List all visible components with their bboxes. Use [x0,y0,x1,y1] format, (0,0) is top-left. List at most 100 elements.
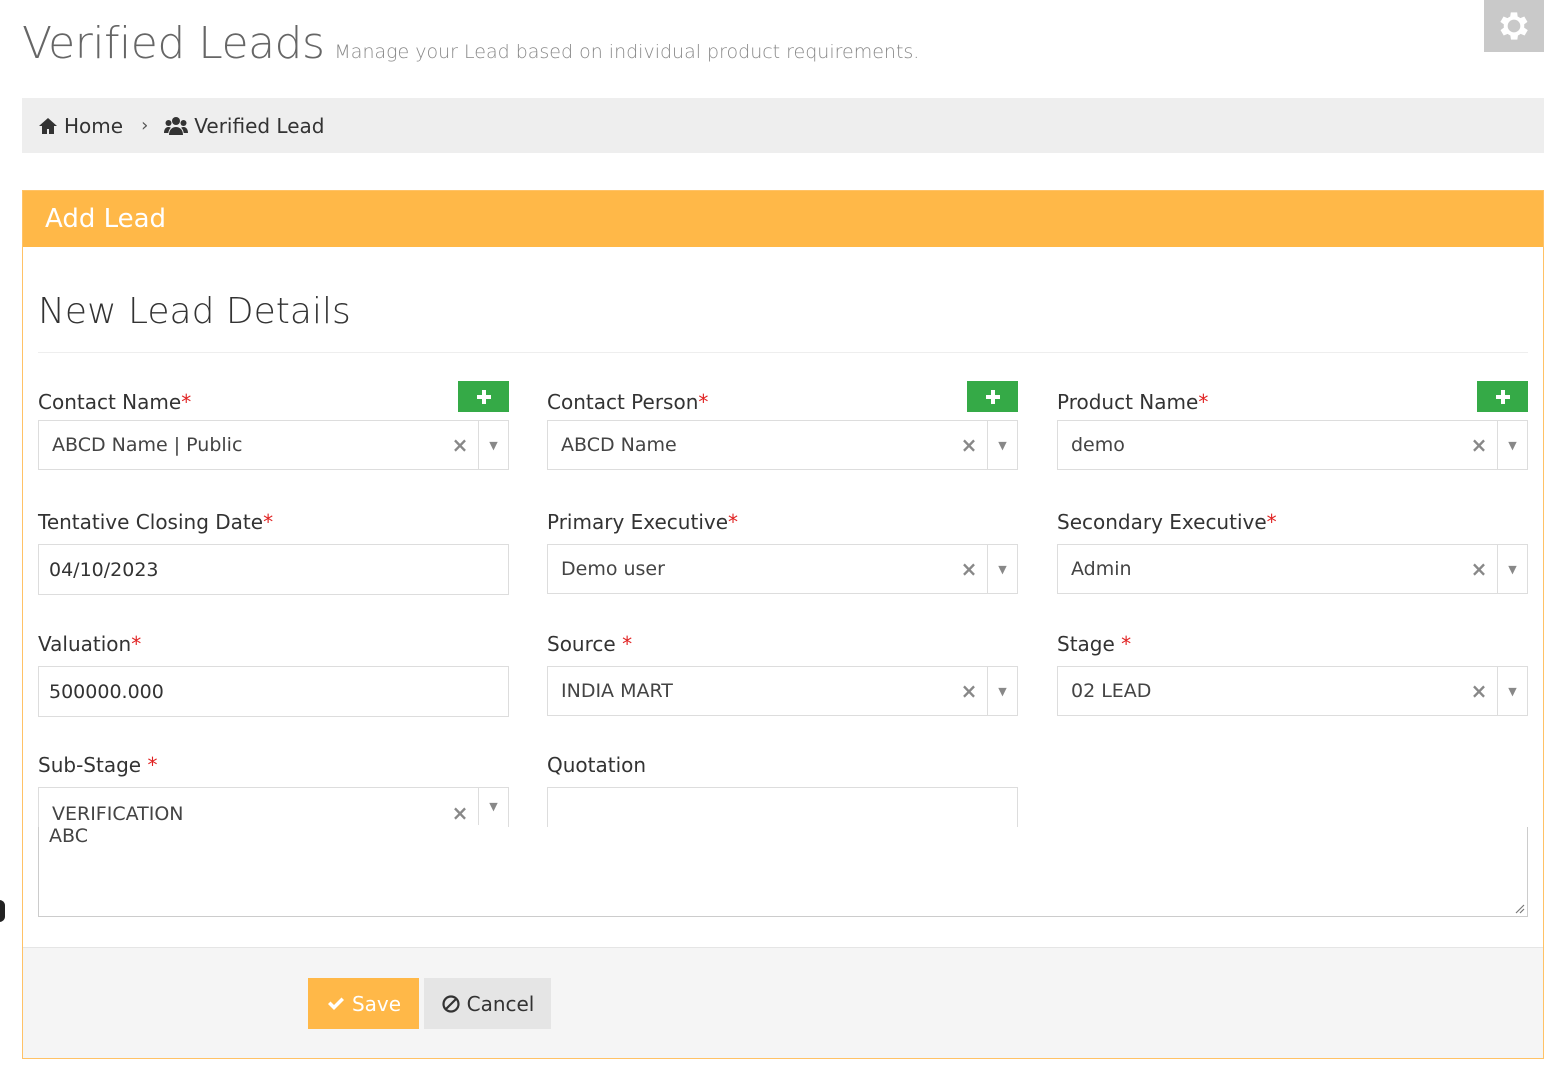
save-label: Save [351,991,402,1016]
source-field: Source * INDIA MART × ▼ [547,629,1018,716]
section-divider [38,352,1528,353]
stage-label: Stage [1057,632,1122,656]
chevron-down-icon[interactable]: ▼ [987,421,1017,469]
contact-person-select[interactable]: ABCD Name × ▼ [547,420,1018,470]
product-name-select[interactable]: demo × ▼ [1057,420,1528,470]
valuation-label: Valuation [38,632,132,656]
resize-handle-icon[interactable] [1513,902,1525,914]
page-subtitle: Manage your Lead based on individual pro… [334,41,920,63]
panel-title: Add Lead [23,191,1543,247]
stage-value: 02 LEAD [1071,680,1152,702]
plus-icon [1495,389,1510,404]
contact-person-label: Contact Person [547,390,699,414]
clear-icon[interactable]: × [951,679,987,703]
required-marker: * [263,510,274,534]
closing-date-field: Tentative Closing Date * 04/10/2023 [38,507,509,595]
primary-executive-field: Primary Executive * Demo user × ▼ [547,507,1018,594]
home-icon [39,117,57,134]
users-icon [164,116,189,135]
source-label: Source [547,632,623,656]
primary-executive-select[interactable]: Demo user × ▼ [547,544,1018,594]
gear-icon [1500,12,1528,40]
closing-date-input[interactable]: 04/10/2023 [38,544,509,595]
valuation-field: Valuation * 500000.000 [38,629,509,717]
clear-icon[interactable]: × [442,801,478,825]
add-contact-name-button[interactable] [458,381,509,412]
plus-icon [985,389,1000,404]
required-marker: * [1266,510,1277,534]
secondary-executive-value: Admin [1071,558,1132,580]
check-icon [327,997,344,1010]
section-title: New Lead Details [38,291,351,332]
sub-stage-select[interactable]: VERIFICATION × ▼ [38,787,509,827]
required-marker: * [1121,632,1132,656]
primary-executive-value: Demo user [561,558,665,580]
contact-name-value: ABCD Name | Public [52,434,243,456]
quotation-label: Quotation [547,753,647,777]
chevron-down-icon[interactable]: ▼ [987,667,1017,715]
source-select[interactable]: INDIA MART × ▼ [547,666,1018,716]
quotation-field: Quotation [547,750,1018,827]
stage-field: Stage * 02 LEAD × ▼ [1057,629,1528,716]
settings-button[interactable] [1484,0,1544,52]
page-title: Verified Leads [22,18,325,69]
cancel-label: Cancel [466,991,535,1016]
required-marker: * [698,390,709,414]
add-contact-person-button[interactable] [967,381,1018,412]
chevron-right-icon: › [141,115,149,136]
chevron-down-icon[interactable]: ▼ [1497,545,1527,593]
sub-stage-label: Sub-Stage [38,753,148,777]
product-name-field: Product Name * demo × ▼ [1057,381,1528,470]
breadcrumb-current-label: Verified Lead [194,113,325,138]
secondary-executive-label: Secondary Executive [1057,510,1267,534]
clear-icon[interactable]: × [951,557,987,581]
quotation-input[interactable] [547,787,1018,827]
chevron-down-icon[interactable]: ▼ [478,788,508,825]
add-lead-panel: Add Lead New Lead Details Contact Name * … [22,190,1544,1059]
notes-value: ABC [49,825,88,847]
breadcrumb-home[interactable]: Home [38,114,123,138]
chevron-down-icon[interactable]: ▼ [1497,421,1527,469]
product-name-value: demo [1071,434,1125,456]
primary-executive-label: Primary Executive [547,510,729,534]
chevron-down-icon[interactable]: ▼ [1497,667,1527,715]
contact-person-field: Contact Person * ABCD Name × ▼ [547,381,1018,470]
contact-person-value: ABCD Name [561,434,677,456]
sub-stage-value: VERIFICATION [52,803,184,825]
notes-textarea[interactable]: ABC [38,827,1528,917]
form-actions: Save Cancel [23,947,1543,1058]
clear-icon[interactable]: × [1461,557,1497,581]
contact-name-field: Contact Name * ABCD Name | Public × ▼ [38,381,509,470]
breadcrumb-current: Verified Lead [164,114,324,138]
required-marker: * [131,632,142,656]
clear-icon[interactable]: × [951,433,987,457]
contact-name-select[interactable]: ABCD Name | Public × ▼ [38,420,509,470]
chevron-down-icon[interactable]: ▼ [987,545,1017,593]
valuation-input[interactable]: 500000.000 [38,666,509,717]
closing-date-label: Tentative Closing Date [38,510,264,534]
required-marker: * [622,632,633,656]
page-header: Verified Leads Manage your Lead based on… [22,18,919,78]
product-name-label: Product Name [1057,390,1199,414]
required-marker: * [147,753,158,777]
clear-icon[interactable]: × [1461,433,1497,457]
scroll-handle[interactable] [0,900,5,922]
cancel-button[interactable]: Cancel [424,978,551,1029]
save-button[interactable]: Save [308,978,419,1029]
ban-icon [442,994,460,1013]
required-marker: * [1198,390,1209,414]
plus-icon [476,389,491,404]
stage-select[interactable]: 02 LEAD × ▼ [1057,666,1528,716]
secondary-executive-field: Secondary Executive * Admin × ▼ [1057,507,1528,594]
contact-name-label: Contact Name [38,390,182,414]
breadcrumb: Home › Verified Lead [22,98,1544,153]
required-marker: * [181,390,192,414]
clear-icon[interactable]: × [1461,679,1497,703]
chevron-down-icon[interactable]: ▼ [478,421,508,469]
clear-icon[interactable]: × [442,433,478,457]
breadcrumb-home-label: Home [64,113,124,138]
secondary-executive-select[interactable]: Admin × ▼ [1057,544,1528,594]
source-value: INDIA MART [561,680,673,702]
required-marker: * [728,510,739,534]
add-product-button[interactable] [1477,381,1528,412]
